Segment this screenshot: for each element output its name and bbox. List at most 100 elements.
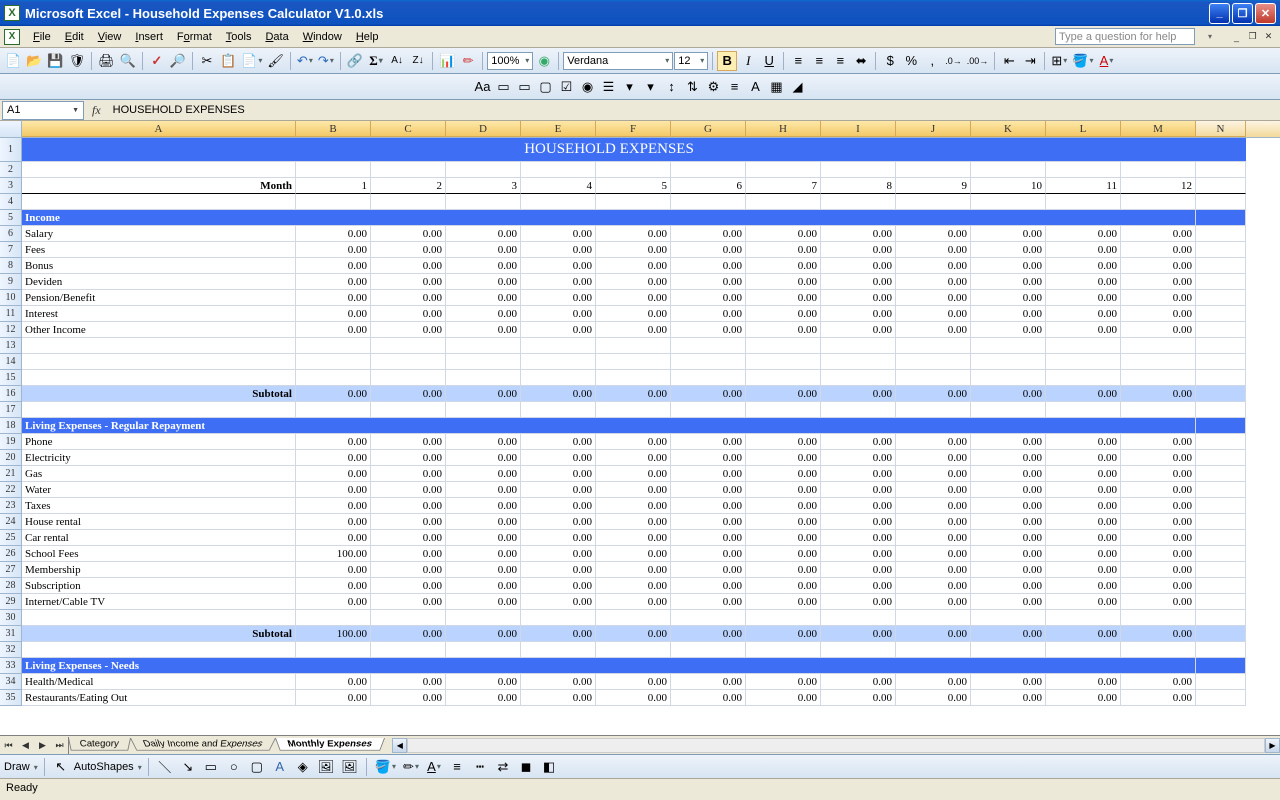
menu-tools[interactable]: Tools	[219, 29, 259, 45]
cell[interactable]: 0.00	[746, 594, 821, 610]
cell[interactable]: 0.00	[746, 514, 821, 530]
col-header-C[interactable]: C	[371, 121, 446, 137]
cell[interactable]	[596, 642, 671, 658]
cell[interactable]: 5	[596, 178, 671, 194]
cell[interactable]: 0.00	[1121, 466, 1196, 482]
undo-button[interactable]: ↶▾	[295, 51, 315, 71]
cell[interactable]	[22, 370, 296, 386]
menu-data[interactable]: Data	[258, 29, 295, 45]
cut-button[interactable]: ✂	[197, 51, 217, 71]
cell[interactable]: 6	[671, 178, 746, 194]
cell[interactable]: 0.00	[371, 274, 446, 290]
cell[interactable]: 0.00	[371, 626, 446, 642]
cell[interactable]: Subtotal	[22, 386, 296, 402]
permission-button[interactable]: 🛡	[67, 51, 88, 71]
cell[interactable]: 0.00	[371, 258, 446, 274]
cell[interactable]: 0.00	[821, 306, 896, 322]
mdi-close-button[interactable]: ✕	[1261, 29, 1276, 44]
cell[interactable]: Taxes	[22, 498, 296, 514]
cell[interactable]: 0.00	[596, 530, 671, 546]
cell[interactable]: 0.00	[896, 578, 971, 594]
row-header[interactable]: 28	[0, 578, 22, 594]
cell[interactable]: 0.00	[746, 258, 821, 274]
cell[interactable]: 0.00	[671, 690, 746, 706]
cell[interactable]	[1196, 642, 1246, 658]
row-header[interactable]: 23	[0, 498, 22, 514]
label-tool-button[interactable]: Aa	[473, 77, 493, 97]
cell[interactable]: 0.00	[971, 594, 1046, 610]
row-header[interactable]: 22	[0, 482, 22, 498]
cell[interactable]: 0.00	[1121, 274, 1196, 290]
shadow-button[interactable]: ◼	[516, 757, 536, 777]
cell[interactable]: Membership	[22, 562, 296, 578]
align-center-button[interactable]: ≡	[809, 51, 829, 71]
cell[interactable]: 0.00	[296, 306, 371, 322]
cell[interactable]: 0.00	[746, 498, 821, 514]
cell[interactable]	[1196, 434, 1246, 450]
cell[interactable]: 0.00	[1046, 594, 1121, 610]
cell[interactable]	[1196, 466, 1246, 482]
cell[interactable]: 0.00	[671, 242, 746, 258]
cell[interactable]	[671, 370, 746, 386]
font-size-box[interactable]: 12▾	[674, 52, 708, 70]
cell[interactable]	[596, 370, 671, 386]
cell[interactable]: 0.00	[596, 386, 671, 402]
code-tool-button[interactable]: ≡	[725, 77, 745, 97]
cell[interactable]: 0.00	[971, 450, 1046, 466]
cell[interactable]	[971, 162, 1046, 178]
cell[interactable]: 0.00	[671, 482, 746, 498]
cell[interactable]: 0.00	[1121, 690, 1196, 706]
name-box[interactable]: A1▼	[2, 101, 84, 120]
cell[interactable]	[1196, 402, 1246, 418]
cell[interactable]: 0.00	[371, 306, 446, 322]
cell[interactable]: 0.00	[596, 674, 671, 690]
cell[interactable]: 0.00	[971, 562, 1046, 578]
row-header[interactable]: 14	[0, 354, 22, 370]
cell[interactable]	[446, 402, 521, 418]
cell[interactable]	[746, 642, 821, 658]
cell[interactable]: 0.00	[521, 482, 596, 498]
row-header[interactable]: 2	[0, 162, 22, 178]
cell[interactable]: 12	[1121, 178, 1196, 194]
col-header-H[interactable]: H	[746, 121, 821, 137]
row-header[interactable]: 12	[0, 322, 22, 338]
app-icon[interactable]: X	[4, 29, 20, 45]
cell[interactable]: 0.00	[746, 274, 821, 290]
cell[interactable]: 0.00	[671, 498, 746, 514]
open-button[interactable]: 📂	[24, 51, 44, 71]
hscroll-left-button[interactable]: ◀	[392, 738, 407, 753]
cell[interactable]: 0.00	[821, 674, 896, 690]
font-color-draw-button[interactable]: A▾	[424, 757, 444, 777]
cell[interactable]: 0.00	[746, 386, 821, 402]
cell[interactable]: 0.00	[446, 434, 521, 450]
cell[interactable]: 0.00	[1046, 562, 1121, 578]
menu-file[interactable]: File	[26, 29, 58, 45]
cell[interactable]: 0.00	[671, 258, 746, 274]
cell[interactable]	[821, 642, 896, 658]
cell[interactable]: 0.00	[446, 690, 521, 706]
cell[interactable]: 0.00	[1121, 258, 1196, 274]
cell[interactable]: 0.00	[296, 530, 371, 546]
cell[interactable]: Fees	[22, 242, 296, 258]
cell[interactable]: 0.00	[1121, 226, 1196, 242]
cell[interactable]: 0.00	[521, 578, 596, 594]
cell[interactable]: 0.00	[521, 562, 596, 578]
cell[interactable]: 0.00	[296, 482, 371, 498]
cell[interactable]: 0.00	[821, 434, 896, 450]
cell[interactable]	[821, 370, 896, 386]
cell[interactable]	[821, 338, 896, 354]
cell[interactable]: 100.00	[296, 626, 371, 642]
cell[interactable]: 4	[521, 178, 596, 194]
cell[interactable]: 0.00	[896, 274, 971, 290]
cell[interactable]: 0.00	[596, 322, 671, 338]
autosum-button[interactable]: Σ▾	[366, 51, 386, 71]
cell[interactable]: 0.00	[1121, 450, 1196, 466]
cell[interactable]: 0.00	[446, 322, 521, 338]
sheet-tab[interactable]: Daily Income and Expenses	[130, 738, 276, 751]
fill-color-draw-button[interactable]: 🪣▾	[373, 757, 398, 777]
cell[interactable]	[446, 162, 521, 178]
cell[interactable]: 0.00	[1121, 530, 1196, 546]
cell[interactable]	[22, 642, 296, 658]
spelling-button[interactable]: ✓	[147, 51, 167, 71]
cell[interactable]: 0.00	[446, 482, 521, 498]
